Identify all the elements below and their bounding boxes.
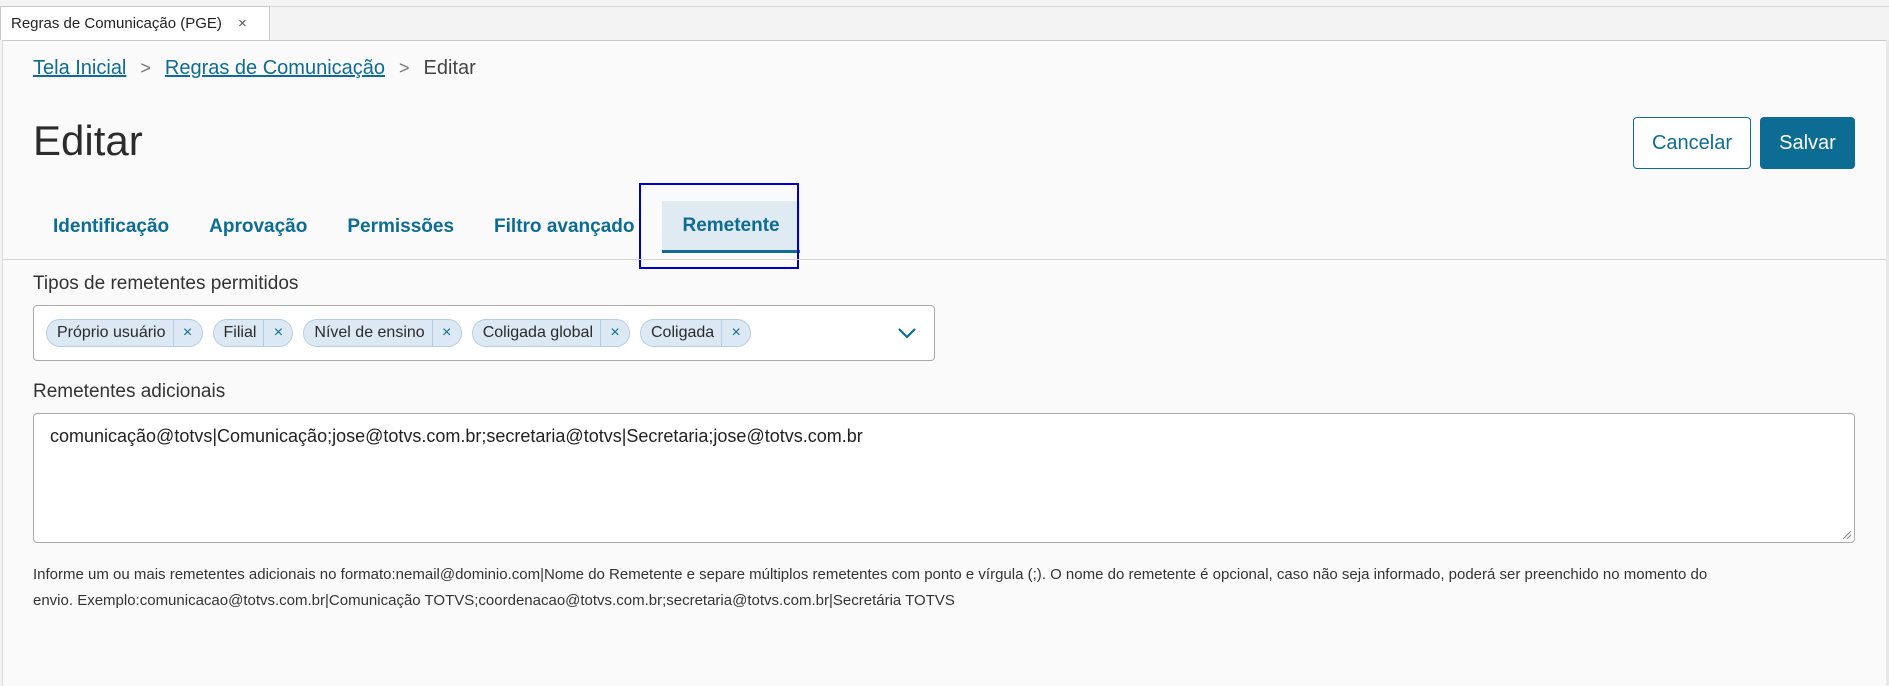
sender-types-multiselect[interactable]: Próprio usuário × Filial × Nível de ensi…: [33, 305, 935, 361]
chevron-right-icon: >: [399, 58, 410, 78]
chip-coligada: Coligada ×: [640, 319, 752, 347]
chip-proprio-usuario: Próprio usuário ×: [46, 319, 203, 347]
resize-grip-icon[interactable]: [1842, 530, 1852, 540]
breadcrumb-current: Editar: [423, 57, 476, 79]
close-icon[interactable]: ×: [431, 320, 461, 346]
chip-label: Nível de ensino: [314, 324, 425, 341]
close-icon[interactable]: ×: [721, 320, 750, 346]
sender-types-label: Tipos de remetentes permitidos: [33, 273, 299, 294]
close-icon[interactable]: ×: [172, 320, 202, 346]
chip-label: Coligada: [651, 324, 715, 341]
helper-text: Informe um ou mais remetentes adicionais…: [33, 562, 1863, 614]
close-icon[interactable]: ×: [600, 320, 629, 346]
textarea-value: comunicação@totvs|Comunicação;jose@totvs…: [50, 426, 863, 446]
helper-text-line: envio. Exemplo:comunicacao@totvs.com.br|…: [33, 592, 955, 609]
chevron-down-icon[interactable]: [896, 322, 918, 344]
chip-filial: Filial ×: [212, 319, 294, 347]
tab-highlight-box: [639, 183, 799, 269]
breadcrumb-link-rules[interactable]: Regras de Comunicação: [165, 57, 385, 80]
tab-identificacao[interactable]: Identificação: [33, 201, 189, 253]
tabs-divider: [3, 259, 1887, 260]
tab-filtro-avancado[interactable]: Filtro avançado: [474, 201, 654, 253]
close-icon[interactable]: ×: [238, 15, 247, 32]
save-button[interactable]: Salvar: [1760, 117, 1855, 169]
document-tab[interactable]: Regras de Comunicação (PGE) ×: [0, 6, 270, 40]
close-icon[interactable]: ×: [263, 320, 292, 346]
chip-label: Coligada global: [482, 324, 593, 341]
chevron-right-icon: >: [140, 58, 151, 78]
breadcrumb-link-home[interactable]: Tela Inicial: [33, 57, 126, 80]
additional-senders-textarea[interactable]: comunicação@totvs|Comunicação;jose@totvs…: [33, 413, 1855, 543]
tab-permissoes[interactable]: Permissões: [327, 201, 474, 253]
chip-label: Filial: [223, 324, 257, 341]
cancel-button[interactable]: Cancelar: [1633, 117, 1751, 169]
chip-coligada-global: Coligada global ×: [471, 319, 630, 347]
chip-nivel-de-ensino: Nível de ensino ×: [303, 319, 462, 347]
window-top-strip: [0, 0, 1889, 7]
tab-aprovacao[interactable]: Aprovação: [189, 201, 327, 253]
edit-panel: Tela Inicial > Regras de Comunicação > E…: [2, 40, 1887, 686]
chip-label: Próprio usuário: [57, 324, 166, 341]
document-tab-title: Regras de Comunicação (PGE): [11, 15, 222, 32]
page-title: Editar: [33, 117, 143, 164]
breadcrumb: Tela Inicial > Regras de Comunicação > E…: [33, 57, 476, 80]
helper-text-line: Informe um ou mais remetentes adicionais…: [33, 566, 1708, 583]
additional-senders-label: Remetentes adicionais: [33, 381, 226, 402]
